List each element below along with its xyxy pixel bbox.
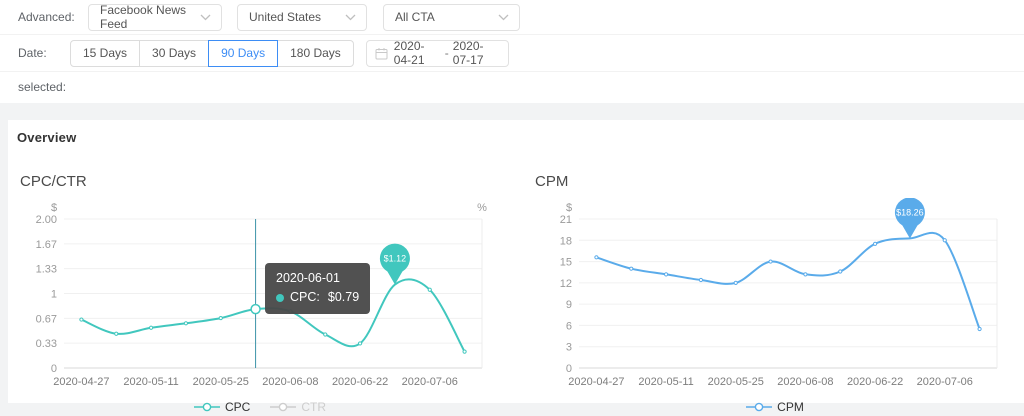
cpm-line-chart[interactable]: 21 18 15 12 9 6 3 0 $2020-04-27 2020-05-11 2020-05…: [535, 198, 1015, 394]
date-label: Date:: [0, 46, 70, 60]
date-range-picker[interactable]: 2020-04-21 - 2020-07-17: [366, 40, 509, 67]
line-series-icon: [270, 402, 296, 412]
chevron-down-icon: [345, 14, 356, 21]
date-range-separator: -: [445, 46, 449, 60]
date-range-start: 2020-04-21: [394, 39, 441, 67]
chevron-down-icon: [200, 14, 211, 21]
svg-text:18: 18: [560, 235, 572, 247]
svg-text:2020-07-06: 2020-07-06: [402, 376, 458, 388]
svg-text:1.67: 1.67: [36, 239, 57, 251]
placement-select[interactable]: Facebook News Feed: [88, 4, 222, 31]
legend-label: CPM: [777, 400, 804, 414]
legend-item-ctr[interactable]: CTR: [270, 400, 326, 414]
svg-text:2020-05-11: 2020-05-11: [123, 376, 178, 388]
advanced-label: Advanced:: [0, 10, 88, 24]
range-button-15-days[interactable]: 15 Days: [70, 40, 140, 67]
overview-title: Overview: [17, 130, 1024, 145]
svg-text:1.33: 1.33: [36, 264, 57, 276]
cpm-chart-canvas[interactable]: 21 18 15 12 9 6 3 0 $2020-04-27 2020-05-11 2020-05…: [535, 198, 1015, 394]
selected-label: selected:: [0, 80, 70, 94]
country-select-value: United States: [249, 10, 321, 24]
date-range-button-group: 15 Days 30 Days 90 Days 180 Days: [70, 40, 354, 67]
filter-panel: Advanced: Facebook News Feed United Stat…: [0, 0, 1024, 103]
svg-text:1: 1: [51, 289, 57, 301]
date-filter-row: Date: 15 Days 30 Days 90 Days 180 Days 2…: [0, 35, 1024, 72]
svg-text:%: %: [477, 202, 487, 214]
overview-panel: Overview CPC/CTR 2.00 1.67 1.33 1 0.67 0.33 0 $…: [8, 120, 1024, 403]
legend-item-cpm[interactable]: CPM: [746, 400, 804, 414]
svg-text:$: $: [566, 202, 572, 214]
chevron-down-icon: [498, 14, 509, 21]
svg-text:2020-05-25: 2020-05-25: [193, 376, 249, 388]
svg-text:2020-05-25: 2020-05-25: [708, 376, 764, 388]
range-button-90-days[interactable]: 90 Days: [208, 40, 278, 67]
cpm-chart-title: CPM: [535, 173, 1015, 198]
svg-text:0.33: 0.33: [36, 338, 57, 350]
range-button-30-days[interactable]: 30 Days: [139, 40, 209, 67]
legend-item-cpc[interactable]: CPC: [194, 400, 250, 414]
cpc-ctr-legend: CPC CTR: [20, 400, 500, 414]
dashboard-page: Advanced: Facebook News Feed United Stat…: [0, 0, 1024, 416]
svg-text:2020-06-22: 2020-06-22: [847, 376, 903, 388]
svg-text:6: 6: [566, 320, 572, 332]
svg-text:$: $: [51, 202, 57, 214]
svg-text:9: 9: [566, 299, 572, 311]
svg-text:2020-07-06: 2020-07-06: [917, 376, 973, 388]
svg-text:2020-06-22: 2020-06-22: [332, 376, 388, 388]
selected-row: selected:: [0, 72, 1024, 102]
cpc-ctr-chart-title: CPC/CTR: [20, 173, 500, 198]
date-range-end: 2020-07-17: [453, 39, 500, 67]
svg-text:$1.12: $1.12: [384, 254, 407, 264]
cpm-legend: CPM: [535, 400, 1015, 414]
svg-text:2.00: 2.00: [36, 214, 57, 226]
calendar-icon: [375, 47, 388, 60]
svg-text:0.67: 0.67: [36, 313, 57, 325]
range-button-180-days[interactable]: 180 Days: [277, 40, 354, 67]
svg-text:15: 15: [560, 257, 572, 269]
svg-text:3: 3: [566, 342, 572, 354]
svg-text:2020-04-27: 2020-04-27: [53, 376, 109, 388]
legend-label: CPC: [225, 400, 250, 414]
advanced-filter-row: Advanced: Facebook News Feed United Stat…: [0, 0, 1024, 35]
svg-text:2020-04-27: 2020-04-27: [568, 376, 624, 388]
svg-text:12: 12: [560, 278, 572, 290]
svg-text:2020-06-08: 2020-06-08: [777, 376, 833, 388]
svg-text:21: 21: [560, 214, 572, 226]
cpm-chart: CPM 21 18 15 12 9 6 3 0 $2020-04-27 2020-05-11 202…: [535, 173, 1015, 414]
svg-text:0: 0: [566, 363, 572, 375]
svg-text:0: 0: [51, 363, 57, 375]
cpc-ctr-chart-canvas[interactable]: 2.00 1.67 1.33 1 0.67 0.33 0 $% 2020-04-27 2020-0…: [20, 198, 500, 394]
svg-text:2020-06-08: 2020-06-08: [262, 376, 318, 388]
line-series-icon: [194, 402, 220, 412]
legend-label: CTR: [301, 400, 326, 414]
svg-text:$18.26: $18.26: [896, 207, 924, 217]
placement-select-value: Facebook News Feed: [100, 3, 194, 31]
cta-select-value: All CTA: [395, 10, 435, 24]
cpc-ctr-line-chart[interactable]: 2.00 1.67 1.33 1 0.67 0.33 0 $% 2020-04-27 2020-0…: [20, 198, 500, 394]
svg-text:2020-05-11: 2020-05-11: [638, 376, 693, 388]
line-series-icon: [746, 402, 772, 412]
cpc-ctr-chart: CPC/CTR 2.00 1.67 1.33 1 0.67 0.33 0 $% 2020-04-…: [20, 173, 500, 414]
cta-select[interactable]: All CTA: [383, 4, 520, 31]
country-select[interactable]: United States: [237, 4, 367, 31]
